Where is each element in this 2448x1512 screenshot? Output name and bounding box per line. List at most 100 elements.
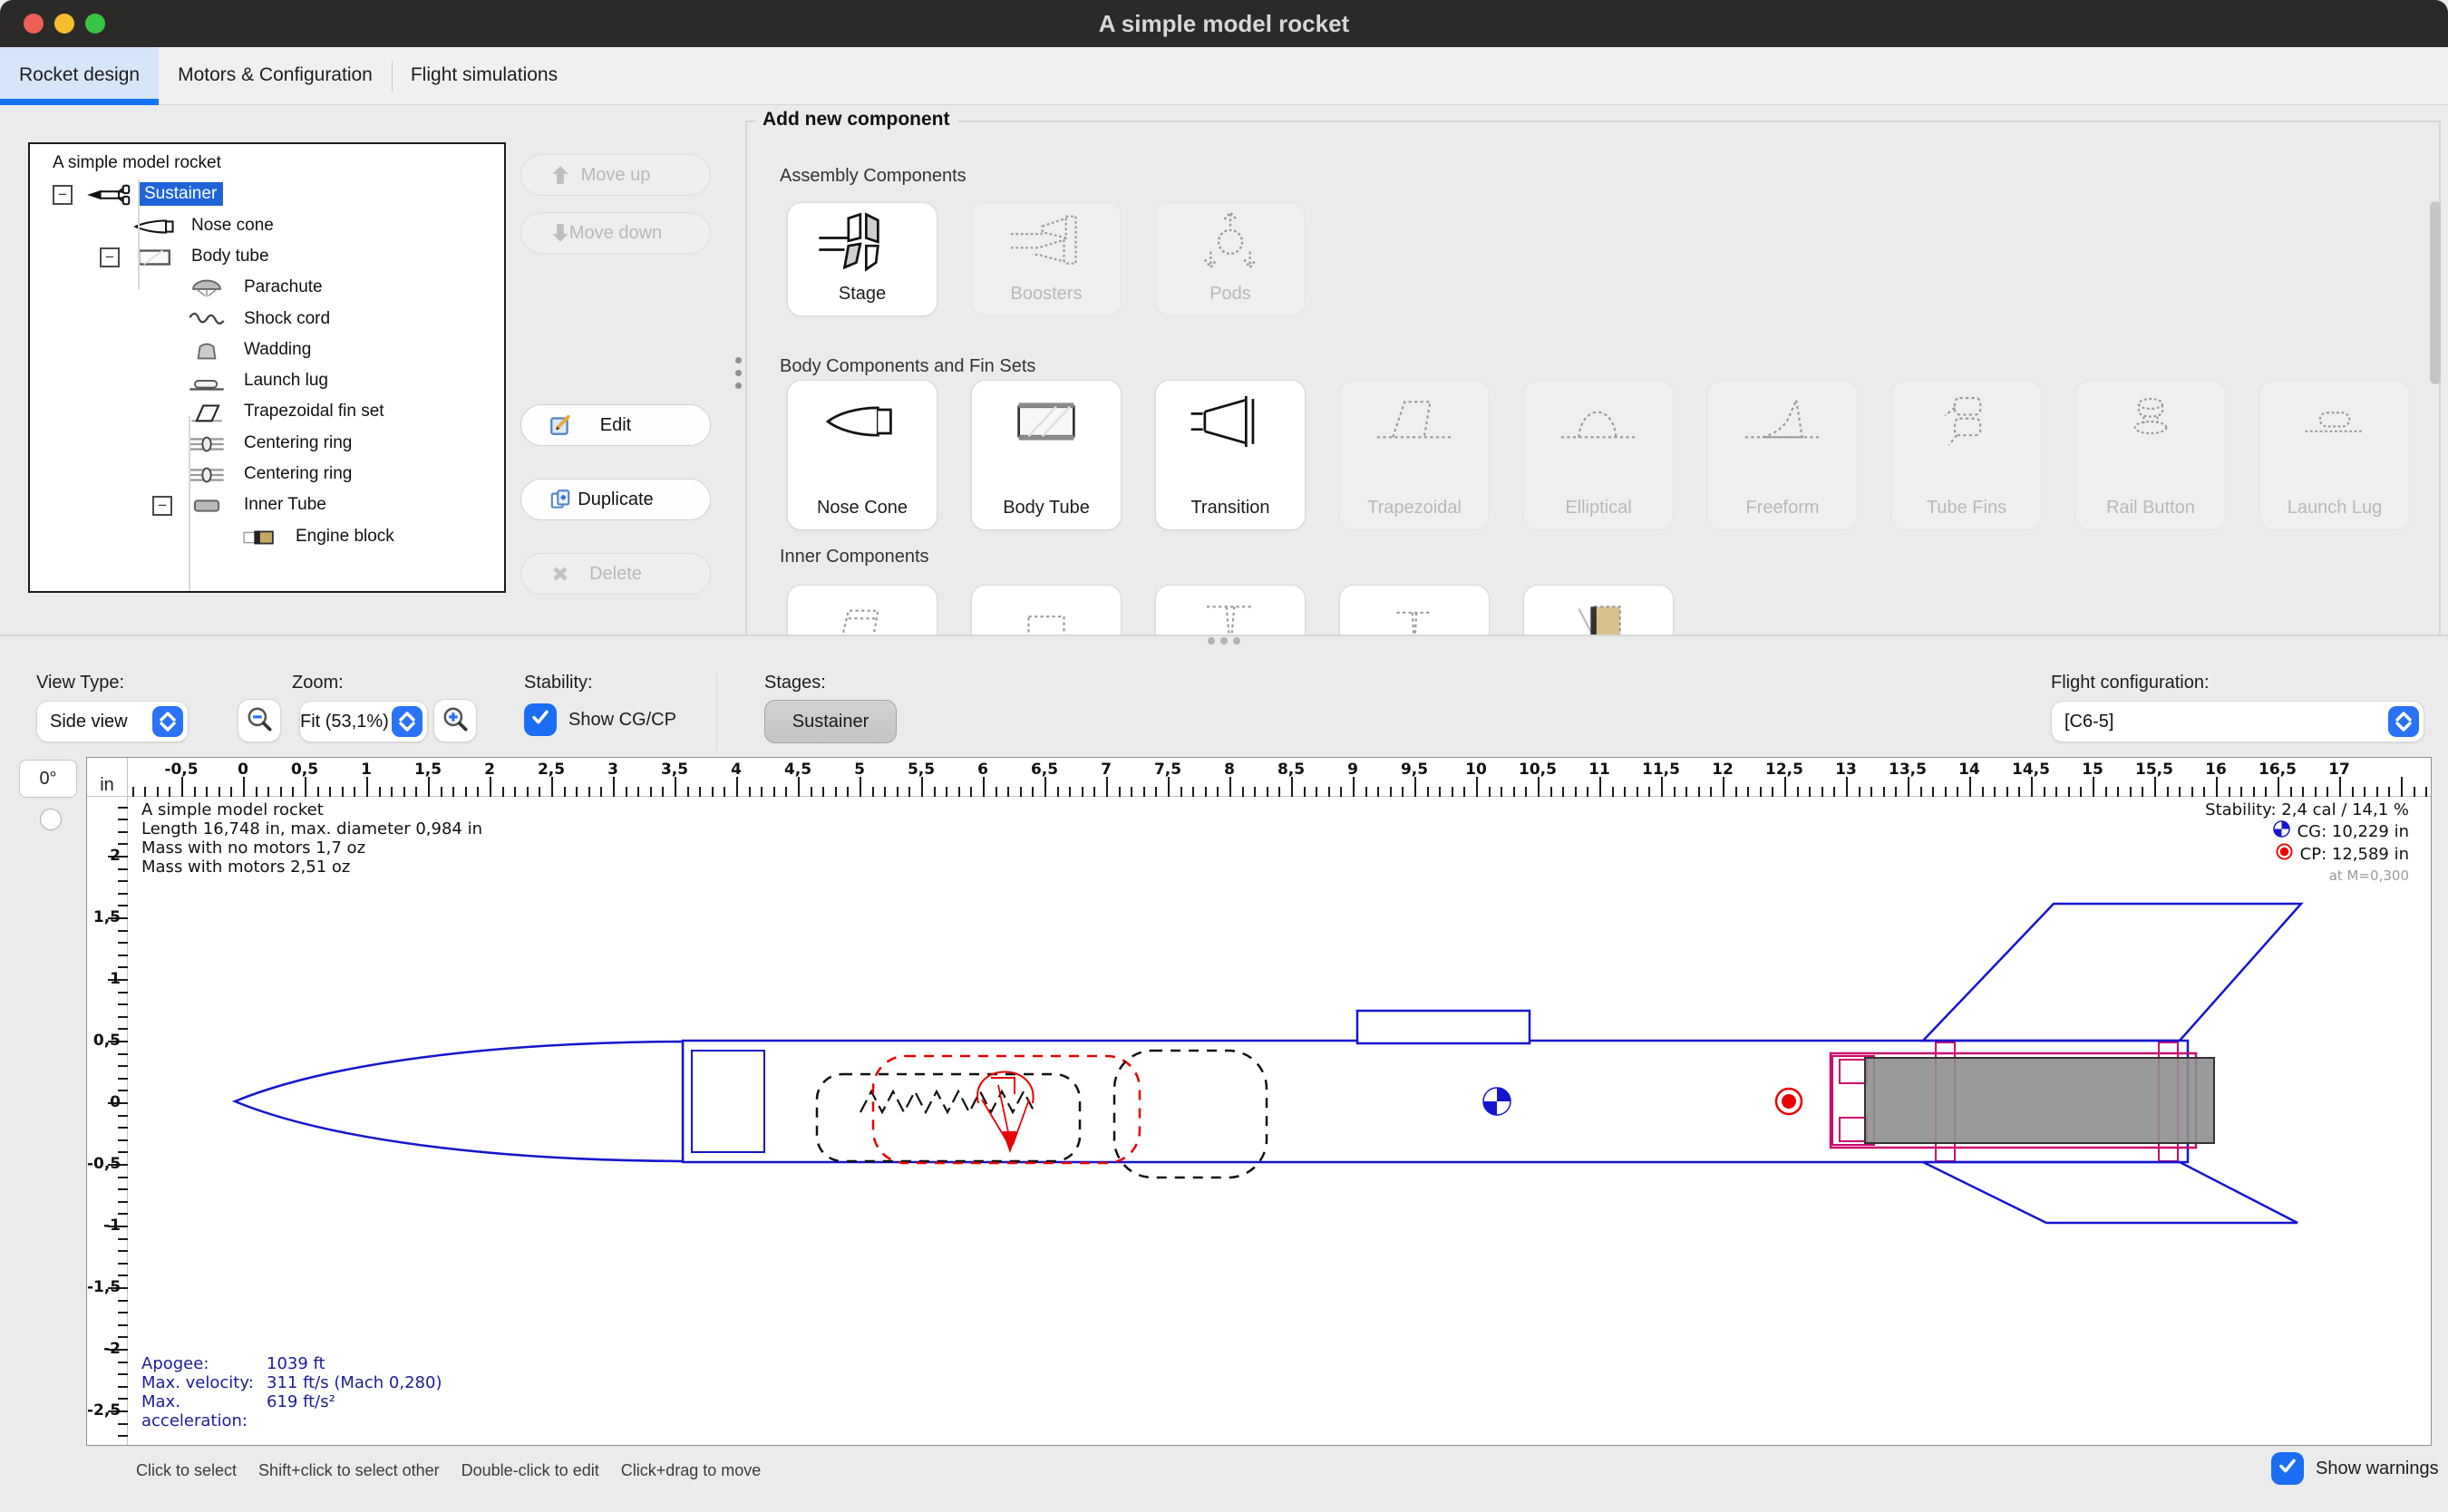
tab-flight-simulations[interactable]: Flight simulations xyxy=(392,47,577,105)
ruler-tick xyxy=(897,787,899,797)
v-ruler-label: 1,5 xyxy=(87,908,121,926)
add-inner-5-card[interactable] xyxy=(1523,585,1674,635)
horizontal-splitter-handle[interactable] xyxy=(1220,637,1228,645)
duplicate-button[interactable]: Duplicate xyxy=(520,479,711,520)
ruler-tick xyxy=(317,787,319,797)
ruler-tick xyxy=(2055,787,2057,797)
show-cgcp-checkbox[interactable] xyxy=(524,703,557,736)
add-body-tube-card[interactable]: Body Tube xyxy=(971,380,1122,530)
add-transition-card[interactable]: Transition xyxy=(1155,380,1306,530)
fin-lower-outline[interactable] xyxy=(1923,1162,2297,1223)
ruler-tick xyxy=(2414,787,2415,797)
tree-row-centering-ring[interactable]: Centering ring xyxy=(30,430,504,459)
stability-mach: at M=0,300 xyxy=(2205,866,2409,886)
ruler-tick xyxy=(267,787,269,797)
ruler-tick xyxy=(329,787,331,797)
add-inner-2-card[interactable] xyxy=(971,585,1122,635)
show-warnings-checkbox[interactable] xyxy=(2271,1452,2304,1485)
horizontal-splitter[interactable] xyxy=(0,635,2448,636)
rocket-side-view-drawing[interactable] xyxy=(128,797,2432,1446)
tree-row-shock-cord[interactable]: Shock cord xyxy=(30,305,504,334)
tree-expand-toggle[interactable]: − xyxy=(53,185,73,205)
ruler-tick xyxy=(1685,787,1687,797)
flight-stat-value: 1039 ft xyxy=(267,1354,325,1373)
nose-cone-outline[interactable] xyxy=(235,1042,683,1161)
tree-row-inner-tube[interactable]: −Inner Tube xyxy=(30,491,504,520)
flight-config-select[interactable]: [C6-5] xyxy=(2051,701,2424,742)
tree-expand-toggle[interactable]: − xyxy=(152,496,172,516)
rocket-view-canvas[interactable]: in -0,500,511,522,533,544,555,566,577,58… xyxy=(86,757,2432,1446)
cg-icon xyxy=(2273,820,2290,843)
fin-upper-outline[interactable] xyxy=(1923,904,2301,1041)
stage-toggle-sustainer[interactable]: Sustainer xyxy=(764,700,897,743)
vertical-splitter-handle[interactable] xyxy=(735,357,742,363)
add-nose-cone-card[interactable]: Nose Cone xyxy=(787,380,937,530)
motor-casing[interactable] xyxy=(1865,1058,2214,1143)
h-ruler-label: 6 xyxy=(977,761,988,777)
ruler-tick xyxy=(724,787,725,797)
tree-row-body-tube[interactable]: −Body tube xyxy=(30,243,504,272)
zoom-level-select[interactable]: Fit (53,1%) xyxy=(299,701,428,742)
tree-expand-toggle[interactable]: − xyxy=(100,247,120,267)
hint-text: Click+drag to move xyxy=(621,1461,762,1480)
horizontal-splitter-handle[interactable] xyxy=(1208,637,1215,645)
tree-item-label: A simple model rocket xyxy=(46,151,228,175)
h-ruler-label: 13,5 xyxy=(1889,761,1927,777)
rocket-info-line: Length 16,748 in, max. diameter 0,984 in xyxy=(141,819,482,838)
h-ruler-label: 15,5 xyxy=(2135,761,2173,777)
tab-rocket-design[interactable]: Rocket design xyxy=(0,47,159,105)
scrollbar-thumb[interactable] xyxy=(2430,201,2441,384)
ruler-tick xyxy=(1710,787,1712,797)
add-inner-3-card[interactable] xyxy=(1155,585,1306,635)
component-tree[interactable]: A simple model rocket −Sustainer Nose cone… xyxy=(28,142,506,593)
tree-row-centering-ring[interactable]: Centering ring xyxy=(30,460,504,489)
rotation-dial-knob[interactable] xyxy=(40,809,62,830)
ruler-tick xyxy=(118,1065,128,1067)
ruler-tick xyxy=(118,1324,128,1326)
ruler-tick xyxy=(2018,787,2020,797)
vertical-splitter-handle[interactable] xyxy=(735,383,742,389)
ruler-tick xyxy=(1365,787,1367,797)
v-ruler-label: -0,5 xyxy=(87,1155,121,1173)
shockcord-icon xyxy=(181,306,232,334)
h-ruler-label: 10,5 xyxy=(1519,761,1557,777)
h-ruler-label: 14 xyxy=(1958,761,1980,777)
ruler-tick xyxy=(822,787,824,797)
launch-lug-outline[interactable] xyxy=(1357,1011,1530,1043)
tree-row-a-simple-model-rocket[interactable]: A simple model rocket xyxy=(30,150,504,179)
ruler-tick xyxy=(118,1016,128,1018)
ruler-tick xyxy=(118,1263,128,1265)
tree-row-nose-cone[interactable]: Nose cone xyxy=(30,212,504,241)
add-inner-4-card[interactable] xyxy=(1339,585,1490,635)
ruler-tick xyxy=(169,787,170,797)
stability-value: Stability: 2,4 cal / 14,1 % xyxy=(2205,800,2409,820)
h-ruler-label: 11 xyxy=(1588,761,1610,777)
ruler-tick xyxy=(118,1115,128,1117)
nose-shoulder-outline[interactable] xyxy=(692,1051,764,1152)
ruler-tick xyxy=(118,1028,128,1030)
tree-row-launch-lug[interactable]: Launch lug xyxy=(30,367,504,396)
view-type-select[interactable]: Side view xyxy=(36,701,189,742)
freeform-icon xyxy=(1708,386,1857,457)
ruler-tick xyxy=(118,807,128,809)
zoom-in-button[interactable] xyxy=(433,699,477,742)
zoom-out-button[interactable] xyxy=(238,699,281,742)
tab-motors-configuration[interactable]: Motors & Configuration xyxy=(159,47,392,105)
rotation-angle-field[interactable]: 0° xyxy=(19,760,77,798)
tree-row-engine-block[interactable]: Engine block xyxy=(30,523,504,552)
vertical-splitter-handle[interactable] xyxy=(735,370,742,376)
add-stage-card[interactable]: Stage xyxy=(787,202,937,316)
tree-row-parachute[interactable]: Parachute xyxy=(30,274,504,303)
h-ruler-label: 5,5 xyxy=(908,761,935,777)
ruler-tick xyxy=(118,1398,128,1400)
edit-button[interactable]: Edit xyxy=(520,404,711,446)
horizontal-splitter-handle[interactable] xyxy=(1233,637,1240,645)
card-label: Pods xyxy=(1156,284,1305,305)
tree-row-sustainer[interactable]: −Sustainer xyxy=(30,180,504,209)
tree-row-trapezoidal-fin-set[interactable]: Trapezoidal fin set xyxy=(30,398,504,427)
ruler-tick xyxy=(946,787,947,797)
ruler-tick xyxy=(2364,787,2365,797)
ruler-tick xyxy=(465,787,467,797)
tree-row-wadding[interactable]: Wadding xyxy=(30,336,504,365)
add-inner-1-card[interactable] xyxy=(787,585,937,635)
